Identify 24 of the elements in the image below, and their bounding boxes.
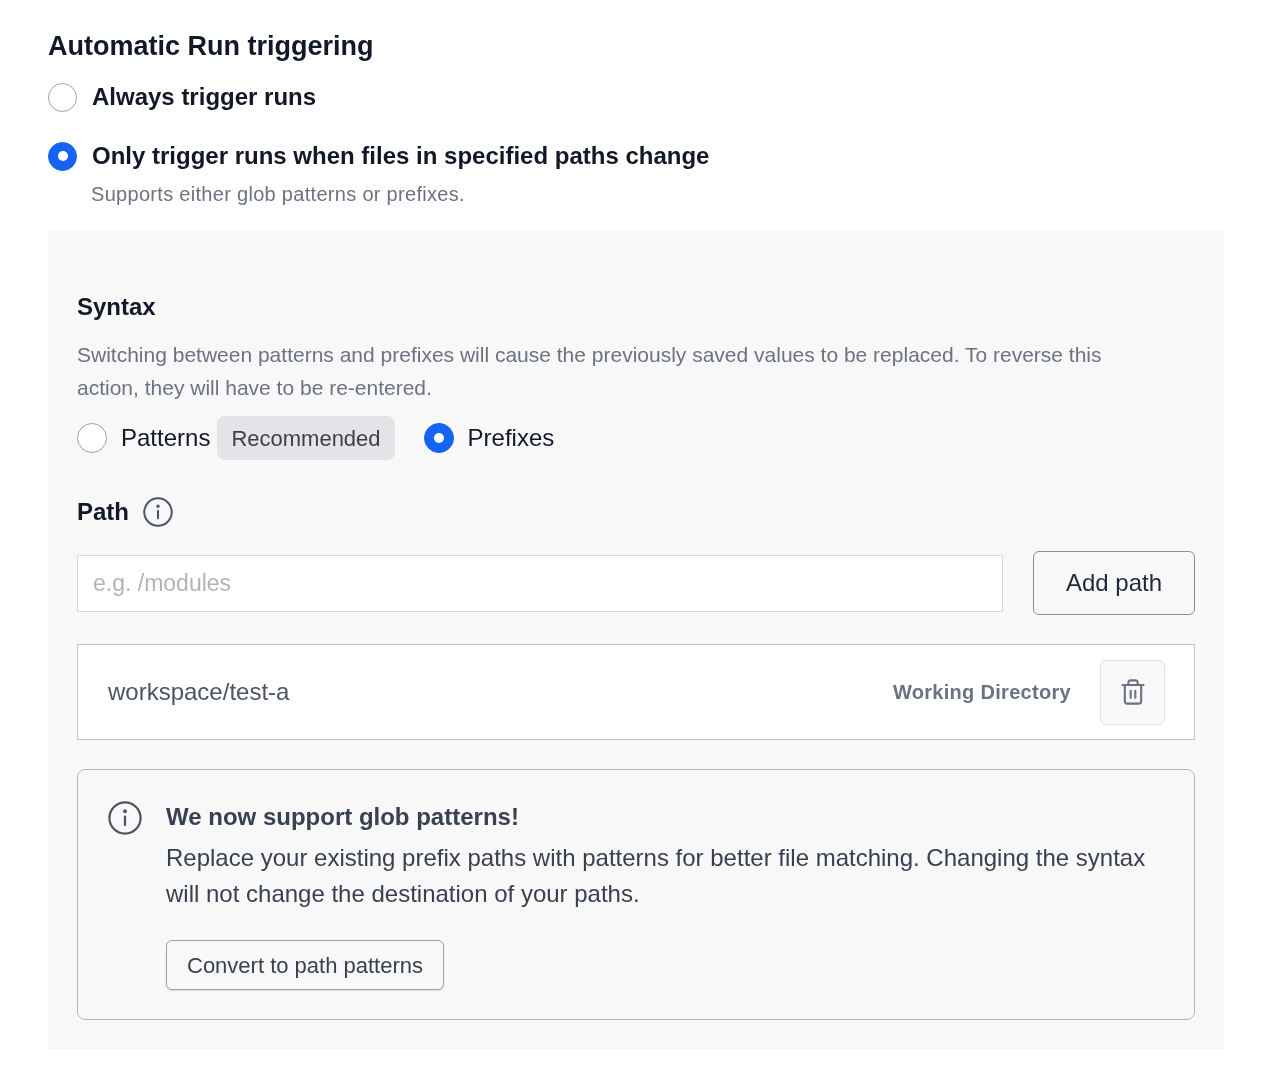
option-description: Supports either glob patterns or prefixes. xyxy=(91,182,466,207)
radio-button[interactable] xyxy=(48,82,77,112)
radio-button[interactable] xyxy=(77,423,107,453)
option-label[interactable]: Prefixes xyxy=(467,423,555,453)
path-value: workspace/test-a xyxy=(108,677,291,707)
notice-title: We now support glob patterns! xyxy=(166,802,520,832)
add-path-button[interactable]: Add path xyxy=(1033,551,1195,615)
option-label[interactable]: Patterns xyxy=(121,423,211,453)
syntax-heading: Syntax xyxy=(77,292,157,322)
path-label: Path xyxy=(77,497,129,527)
notice-text: Replace your existing prefix paths with patterns for better file matching. Changing the syntax will not change the destination of your paths. xyxy=(166,843,1147,909)
section-title: Automatic Run triggering xyxy=(48,30,375,63)
delete-button[interactable] xyxy=(1100,659,1165,725)
radio-button[interactable] xyxy=(423,423,454,453)
convert-button[interactable]: Convert to path patterns xyxy=(166,940,445,990)
radio-button[interactable] xyxy=(48,141,77,171)
path-input[interactable]: e.g. /modules xyxy=(77,554,1003,612)
recommended-badge: Recommended xyxy=(217,416,395,460)
info-icon xyxy=(143,497,173,527)
option-label[interactable]: Only trigger runs when files in specified paths change xyxy=(92,141,710,171)
working-directory-tag: Working Directory xyxy=(892,677,1071,707)
syntax-description: Switching between patterns and prefixes will cause the previously saved values to be replaced. To reverse this action, they will have to be re-entered. xyxy=(77,342,1103,401)
info-icon xyxy=(108,801,142,835)
option-label[interactable]: Always trigger runs xyxy=(92,82,317,112)
